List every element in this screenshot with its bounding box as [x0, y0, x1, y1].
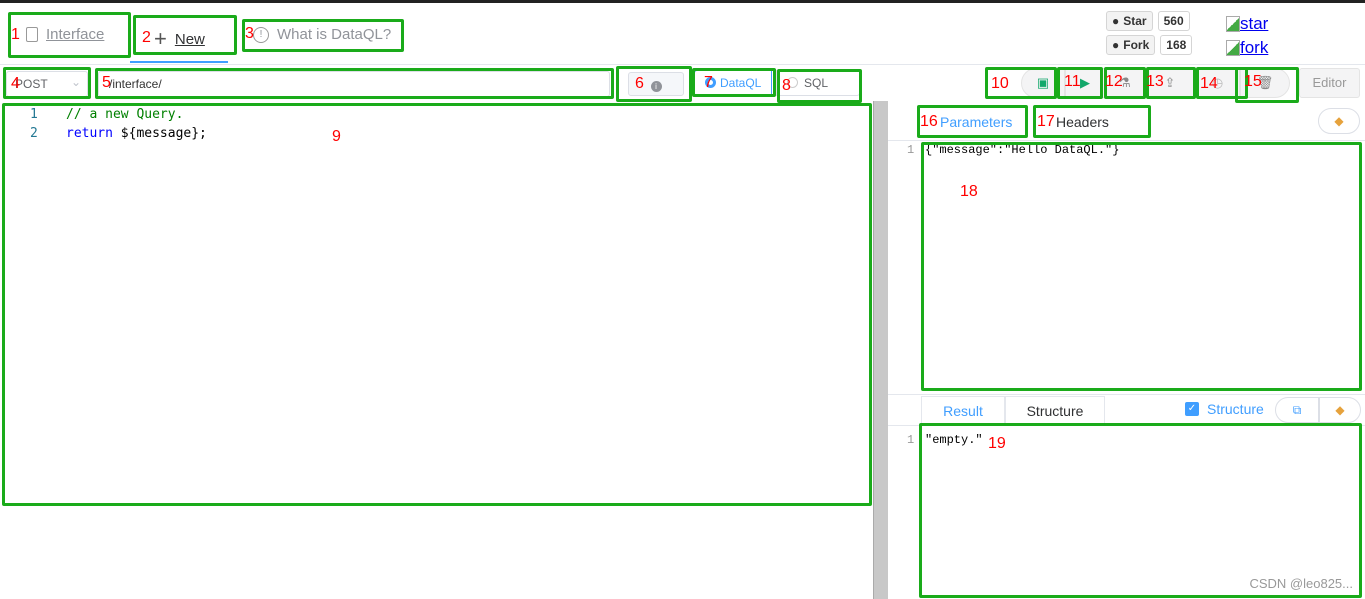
splitter-handle[interactable] [873, 101, 888, 599]
code-line: // a new Query. [66, 107, 184, 122]
divider [888, 140, 1365, 141]
clear-result-button[interactable]: ◆ [1319, 397, 1361, 423]
github-star[interactable]: ● Star 560 [1106, 11, 1190, 31]
window-top-edge [0, 0, 1365, 3]
save-icon: ▣ [1036, 75, 1050, 90]
tab-result[interactable]: Result [921, 396, 1005, 425]
nav-what-is-dataql[interactable]: ! What is DataQL? [253, 26, 391, 43]
copy-result-button[interactable]: ⧉ [1275, 397, 1319, 423]
annotation-number: 11 [1064, 73, 1081, 90]
broken-image-icon [1226, 40, 1240, 56]
divider [888, 425, 1365, 426]
code-editor[interactable]: 1 // a new Query. 2 return ${message}; [0, 101, 873, 599]
save-button[interactable]: ▣ [1021, 68, 1065, 98]
editor-button[interactable]: Editor [1299, 68, 1360, 98]
annotation-number: 18 [960, 183, 978, 200]
annotation-number: 5 [102, 74, 111, 91]
path-input[interactable]: /interface/ [98, 71, 610, 97]
params-editor[interactable]: {"message":"Hello DataQL."} [925, 143, 1119, 157]
header-divider [0, 64, 1365, 65]
info-circle-icon: ! [253, 26, 269, 43]
star-image-link[interactable]: star [1226, 14, 1268, 34]
plus-icon: + [154, 26, 167, 51]
annotation-number: 14 [1200, 75, 1218, 92]
clear-params-button[interactable]: ◆ [1318, 108, 1360, 134]
annotation-number: 12 [1105, 73, 1123, 90]
annotation-number: 6 [635, 75, 644, 92]
annotation-number: 16 [920, 113, 938, 130]
result-viewer[interactable]: "empty." [925, 433, 983, 447]
annotation-number: 10 [991, 75, 1009, 92]
tab-headers[interactable]: Headers [1056, 114, 1109, 130]
checkbox-checked-icon: ✓ [1185, 402, 1199, 416]
annotation-number: 15 [1244, 73, 1262, 90]
tab-parameters[interactable]: Parameters [940, 114, 1012, 130]
structure-checkbox[interactable]: ✓ Structure [1185, 401, 1264, 417]
broken-image-icon [1226, 16, 1240, 32]
annotation-number: 7 [704, 74, 713, 91]
info-icon: i [650, 81, 662, 92]
annotation-number: 8 [782, 77, 791, 94]
notebook-icon [26, 27, 38, 42]
divider [888, 394, 1365, 395]
github-icon: ● [1112, 14, 1120, 28]
upload-icon: ⇪ [1164, 75, 1176, 90]
annotation-number: 19 [988, 435, 1006, 452]
fork-image-link[interactable]: fork [1226, 38, 1268, 58]
eraser-icon: ◆ [1335, 403, 1345, 417]
github-icon: ● [1112, 38, 1120, 52]
annotation-number: 9 [332, 128, 341, 145]
play-icon: ▶ [1080, 75, 1090, 90]
annotation-number: 13 [1146, 73, 1164, 90]
tab-structure[interactable]: Structure [1005, 396, 1105, 425]
annotation-number: 1 [11, 26, 20, 43]
nav-interface[interactable]: Interface [26, 26, 104, 43]
eraser-icon: ◆ [1334, 114, 1344, 128]
code-line: return ${message}; [66, 126, 207, 141]
chevron-down-icon: ⌄ [70, 75, 81, 89]
active-tab-underline [130, 61, 228, 63]
annotation-number: 4 [11, 75, 20, 92]
right-panel: Parameters Headers ◆ 1 {"message":"Hello… [888, 101, 1365, 599]
copy-icon: ⧉ [1292, 403, 1302, 417]
github-fork[interactable]: ● Fork 168 [1106, 35, 1193, 55]
nav-new[interactable]: + New [154, 26, 205, 52]
annotation-number: 2 [142, 29, 151, 46]
annotation-number: 3 [245, 25, 254, 42]
annotation-number: 17 [1037, 113, 1055, 130]
watermark: CSDN @leo825... [1249, 576, 1353, 591]
